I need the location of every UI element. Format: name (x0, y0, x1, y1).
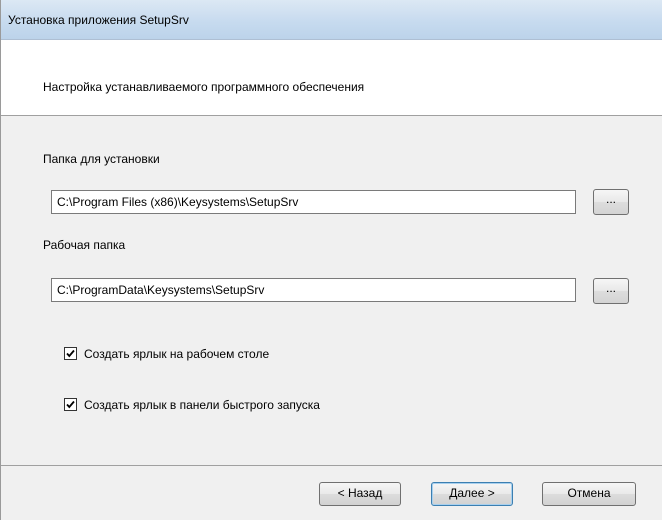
install-folder-browse-button[interactable]: ... (593, 189, 629, 215)
header-panel: Настройка устанавливаемого программного … (1, 40, 662, 116)
checkmark-icon (66, 349, 75, 358)
installer-window: Установка приложения SetupSrv Настройка … (0, 0, 662, 520)
work-folder-browse-button[interactable]: ... (593, 278, 629, 304)
desktop-shortcut-label: Создать ярлык на рабочем столе (84, 347, 270, 361)
checkmark-icon (66, 400, 75, 409)
desktop-shortcut-checkbox[interactable] (64, 347, 77, 360)
work-folder-label: Рабочая папка (43, 238, 126, 252)
quicklaunch-shortcut-label: Создать ярлык в панели быстрого запуска (84, 398, 320, 412)
title-bar[interactable]: Установка приложения SetupSrv (1, 0, 662, 40)
header-text: Настройка устанавливаемого программного … (43, 80, 365, 94)
next-button[interactable]: Далее > (431, 482, 513, 506)
work-folder-input[interactable]: C:\ProgramData\Keysystems\SetupSrv (51, 278, 576, 302)
window-title: Установка приложения SetupSrv (8, 13, 189, 27)
back-button[interactable]: < Назад (319, 482, 401, 506)
content-panel: Папка для установки C:\Program Files (x8… (1, 116, 662, 466)
cancel-button[interactable]: Отмена (542, 482, 636, 506)
install-folder-label: Папка для установки (43, 152, 160, 166)
quicklaunch-shortcut-checkbox[interactable] (64, 398, 77, 411)
install-folder-input[interactable]: C:\Program Files (x86)\Keysystems\SetupS… (51, 190, 576, 214)
